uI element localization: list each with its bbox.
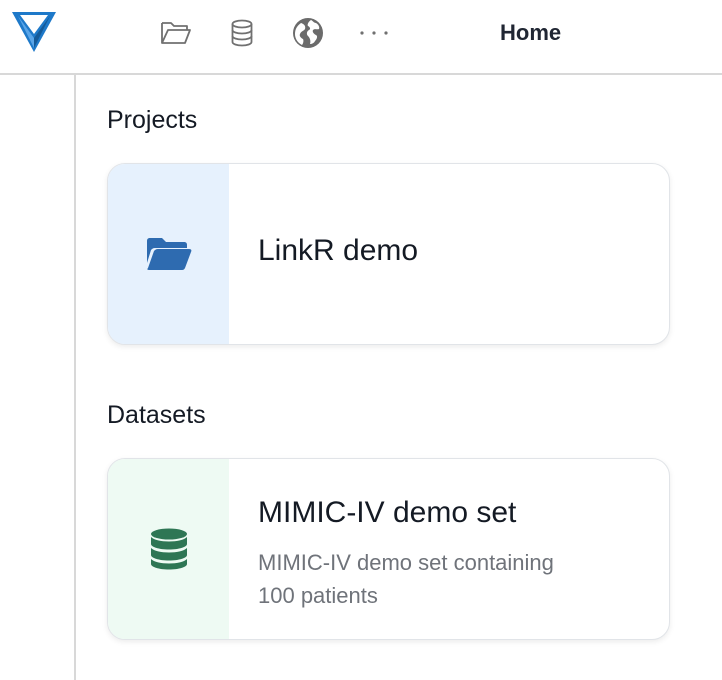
dataset-card-description: MIMIC-IV demo set containing 100 patient… [258,550,554,608]
dataset-card[interactable]: MIMIC-IV demo set MIMIC-IV demo set cont… [107,458,670,640]
project-card-icon-area [108,164,229,344]
nav-datasets-button[interactable] [225,16,259,50]
database-icon [150,528,187,570]
projects-section-title: Projects [107,106,198,134]
more-horizontal-icon [360,31,388,35]
nav-web-button[interactable] [291,16,325,50]
project-card-title: LinkR demo [258,234,419,267]
dataset-card-icon-area [108,459,229,639]
nav-projects-button[interactable] [159,16,193,50]
folder-open-icon [146,238,191,270]
datasets-section-title: Datasets [107,401,206,429]
app-logo-icon[interactable] [12,12,56,54]
nav-more-button[interactable] [357,16,391,50]
sidebar-divider [74,74,76,680]
folder-open-icon [161,22,191,44]
page-title: Home [500,20,562,45]
top-bar: Home [0,0,722,75]
database-icon [231,19,253,47]
dataset-card-title: MIMIC-IV demo set [258,496,517,529]
project-card[interactable]: LinkR demo [107,163,670,345]
globe-icon [293,18,323,48]
